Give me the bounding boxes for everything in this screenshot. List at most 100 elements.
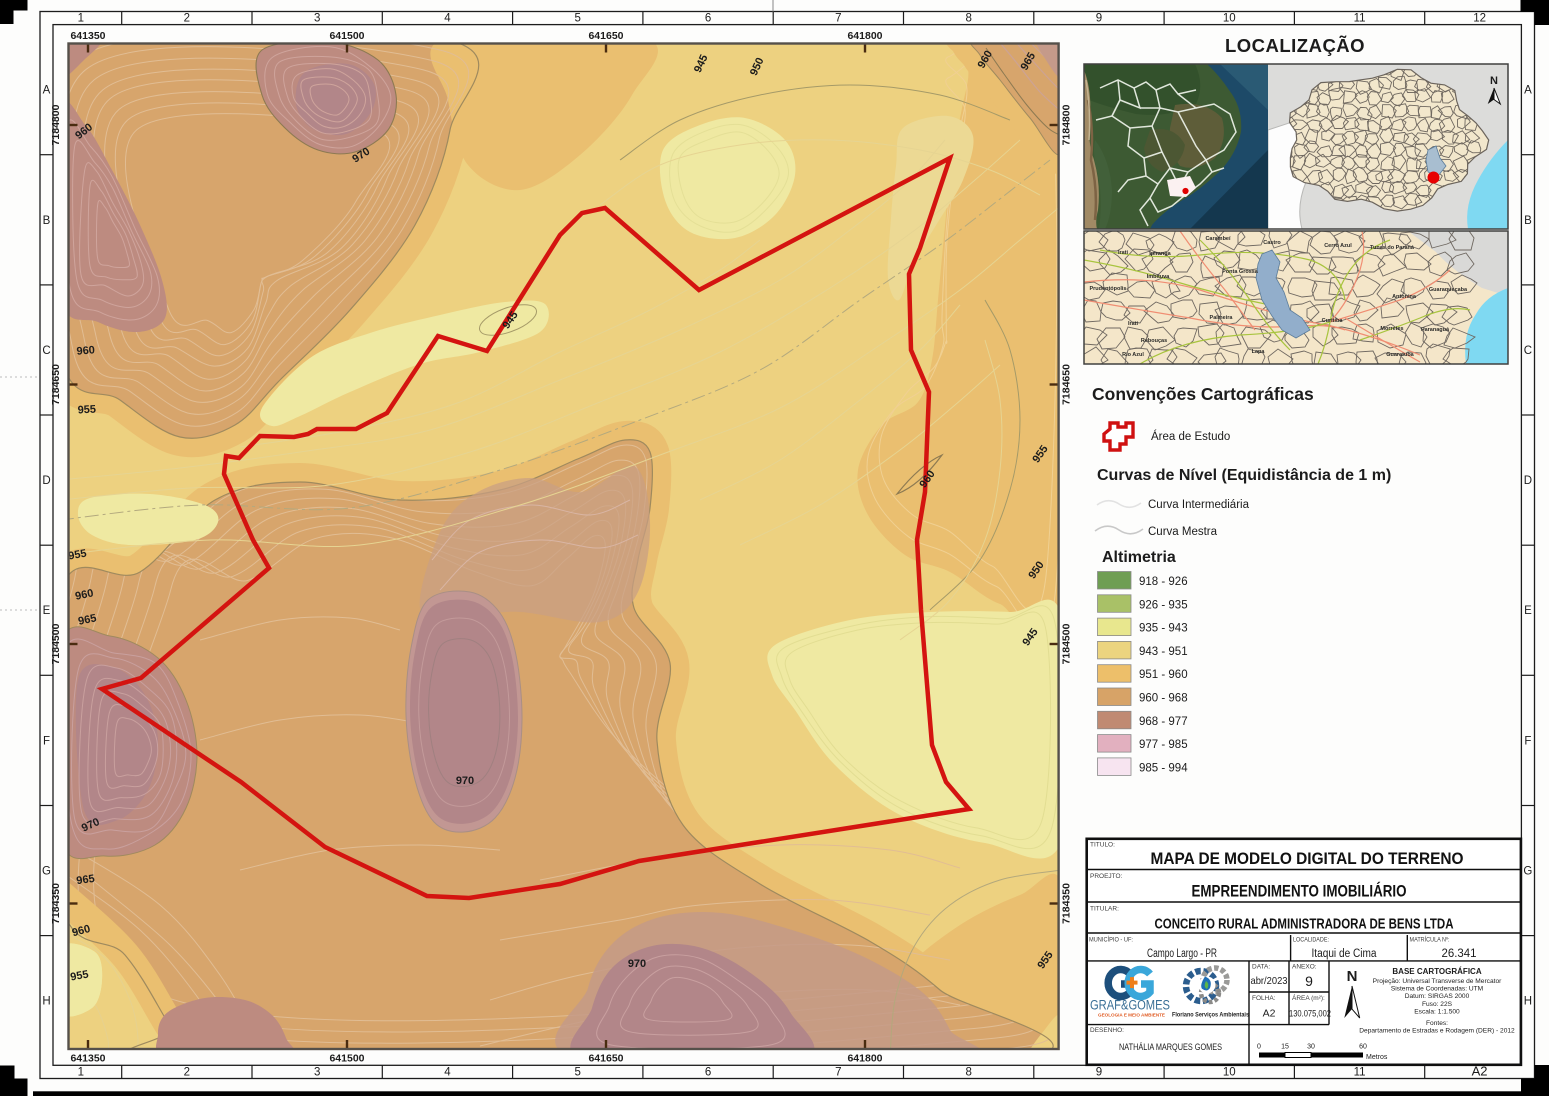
svg-text:CONCEITO RURAL ADMINISTRADORA: CONCEITO RURAL ADMINISTRADORA DE BENS LT… (1155, 917, 1454, 933)
svg-text:Palmeira: Palmeira (1210, 315, 1234, 321)
svg-text:Guaraqueçaba: Guaraqueçaba (1429, 287, 1468, 293)
svg-text:Projeção: Universal Transverse: Projeção: Universal Transverse de Mercat… (1373, 978, 1502, 985)
svg-text:FOLHA:: FOLHA: (1252, 995, 1276, 1002)
svg-text:641500: 641500 (329, 1053, 364, 1065)
svg-text:TITULO:: TITULO: (1090, 842, 1115, 849)
svg-text:A: A (43, 85, 51, 97)
svg-text:abr/2023: abr/2023 (1251, 975, 1288, 987)
svg-text:LOCALIDADE:: LOCALIDADE: (1293, 937, 1329, 944)
svg-text:F: F (1524, 735, 1531, 747)
svg-text:MUNICÍPIO - UF:: MUNICÍPIO - UF: (1089, 935, 1133, 944)
svg-text:Floriano Serviços Ambientais: Floriano Serviços Ambientais (1172, 1012, 1249, 1019)
svg-text:Campo Largo - PR: Campo Largo - PR (1147, 948, 1217, 960)
svg-text:D: D (42, 475, 50, 487)
svg-text:7184650: 7184650 (50, 364, 62, 405)
svg-text:7184350: 7184350 (50, 883, 62, 924)
svg-text:LOCALIZAÇÃO: LOCALIZAÇÃO (1225, 35, 1365, 56)
svg-text:N: N (1490, 75, 1498, 87)
svg-text:E: E (43, 605, 51, 617)
svg-text:2: 2 (184, 13, 190, 25)
svg-text:970: 970 (628, 958, 646, 970)
svg-text:Fontes:: Fontes: (1426, 1020, 1448, 1027)
svg-text:641650: 641650 (588, 1053, 623, 1065)
svg-text:Paranaguá: Paranaguá (1421, 327, 1450, 333)
svg-text:130.075,002: 130.075,002 (1289, 1009, 1331, 1020)
svg-text:Datum: SIRGAS 2000: Datum: SIRGAS 2000 (1405, 993, 1470, 1000)
svg-text:Ponta Grossa: Ponta Grossa (1222, 269, 1259, 275)
svg-text:641350: 641350 (70, 30, 105, 42)
svg-text:Convenções Cartográficas: Convenções Cartográficas (1092, 384, 1314, 404)
svg-text:1: 1 (78, 13, 84, 25)
svg-text:7184800: 7184800 (1061, 104, 1073, 145)
svg-text:Departamento de Estradas e Rod: Departamento de Estradas e Rodagem (DER)… (1359, 1028, 1515, 1035)
svg-text:EMPREENDIMENTO IMOBILIÁRIO: EMPREENDIMENTO IMOBILIÁRIO (1192, 882, 1407, 901)
svg-text:918 - 926: 918 - 926 (1139, 576, 1188, 588)
svg-text:F: F (43, 735, 50, 747)
svg-text:7: 7 (835, 1067, 841, 1079)
svg-text:7184650: 7184650 (1061, 364, 1073, 405)
svg-text:MAPA DE MODELO DIGITAL DO TERR: MAPA DE MODELO DIGITAL DO TERRENO (1151, 849, 1464, 868)
svg-text:4: 4 (444, 13, 451, 25)
svg-text:BASE CARTOGRÁFICA: BASE CARTOGRÁFICA (1392, 967, 1481, 976)
svg-text:3: 3 (314, 13, 320, 25)
svg-text:Carambeí: Carambeí (1205, 236, 1231, 242)
svg-text:11: 11 (1354, 13, 1366, 25)
svg-text:Imbituva: Imbituva (1147, 274, 1171, 280)
svg-text:960: 960 (76, 344, 95, 358)
svg-text:926 - 935: 926 - 935 (1139, 599, 1188, 611)
svg-text:Curitiba: Curitiba (1322, 318, 1344, 324)
svg-text:Metros: Metros (1366, 1054, 1388, 1061)
svg-text:Guaratuba: Guaratuba (1386, 352, 1414, 358)
svg-text:10: 10 (1223, 1067, 1236, 1079)
svg-text:951 - 960: 951 - 960 (1139, 669, 1188, 681)
svg-text:641800: 641800 (847, 1053, 882, 1065)
svg-text:Morretes: Morretes (1380, 326, 1403, 332)
svg-text:641500: 641500 (329, 30, 364, 42)
svg-text:A2: A2 (1263, 1008, 1276, 1020)
svg-text:7: 7 (835, 13, 841, 25)
svg-text:C: C (42, 345, 50, 357)
svg-text:970: 970 (456, 775, 474, 787)
svg-text:Cerro Azul: Cerro Azul (1324, 243, 1352, 249)
svg-text:4: 4 (444, 1067, 451, 1079)
svg-text:Sistema de Coordenadas: UTM: Sistema de Coordenadas: UTM (1391, 986, 1483, 993)
svg-text:15: 15 (1281, 1044, 1289, 1051)
svg-text:Fuso: 22S: Fuso: 22S (1422, 1001, 1453, 1008)
svg-text:G: G (42, 866, 51, 878)
svg-text:1: 1 (78, 1067, 84, 1079)
svg-text:6: 6 (705, 1067, 711, 1079)
svg-text:Irati: Irati (1128, 321, 1139, 327)
svg-text:H: H (1524, 995, 1532, 1007)
svg-text:GRAF&GOMES: GRAF&GOMES (1090, 998, 1170, 1013)
svg-text:Prudentópolis: Prudentópolis (1090, 286, 1127, 292)
svg-text:8: 8 (965, 13, 971, 25)
svg-text:Altimetria: Altimetria (1102, 549, 1176, 566)
svg-text:C: C (1524, 345, 1532, 357)
svg-text:MATRÍCULA Nº:: MATRÍCULA Nº: (1410, 935, 1450, 944)
svg-text:DATA:: DATA: (1252, 964, 1270, 971)
svg-text:641350: 641350 (70, 1053, 105, 1065)
svg-text:Área de Estudo: Área de Estudo (1151, 430, 1230, 443)
svg-text:D: D (1524, 475, 1532, 487)
svg-text:5: 5 (575, 1067, 581, 1079)
svg-text:60: 60 (1359, 1044, 1367, 1051)
svg-text:9: 9 (1305, 973, 1313, 989)
svg-text:7184350: 7184350 (1061, 883, 1073, 924)
svg-text:N: N (1347, 968, 1358, 985)
svg-text:TITULAR:: TITULAR: (1090, 906, 1119, 913)
svg-text:G: G (1523, 866, 1532, 878)
svg-text:7184800: 7184800 (50, 104, 62, 145)
svg-text:641650: 641650 (588, 30, 623, 42)
svg-text:DESENHO:: DESENHO: (1090, 1027, 1124, 1034)
svg-text:8: 8 (965, 1067, 971, 1079)
svg-text:6: 6 (705, 13, 711, 25)
svg-text:10: 10 (1223, 13, 1236, 25)
svg-text:977 - 985: 977 - 985 (1139, 739, 1188, 751)
svg-text:30: 30 (1307, 1044, 1315, 1051)
svg-text:Curvas de Nível (Equidistância: Curvas de Nível (Equidistância de 1 m) (1097, 467, 1391, 484)
svg-text:Ipiranga: Ipiranga (1149, 251, 1171, 257)
svg-text:5: 5 (575, 13, 581, 25)
svg-text:GEOLOGIA E MEIO AMBIENTE: GEOLOGIA E MEIO AMBIENTE (1098, 1013, 1165, 1018)
svg-text:A: A (1524, 85, 1532, 97)
svg-text:NATHÁLIA MARQUES GOMES: NATHÁLIA MARQUES GOMES (1119, 1042, 1222, 1052)
